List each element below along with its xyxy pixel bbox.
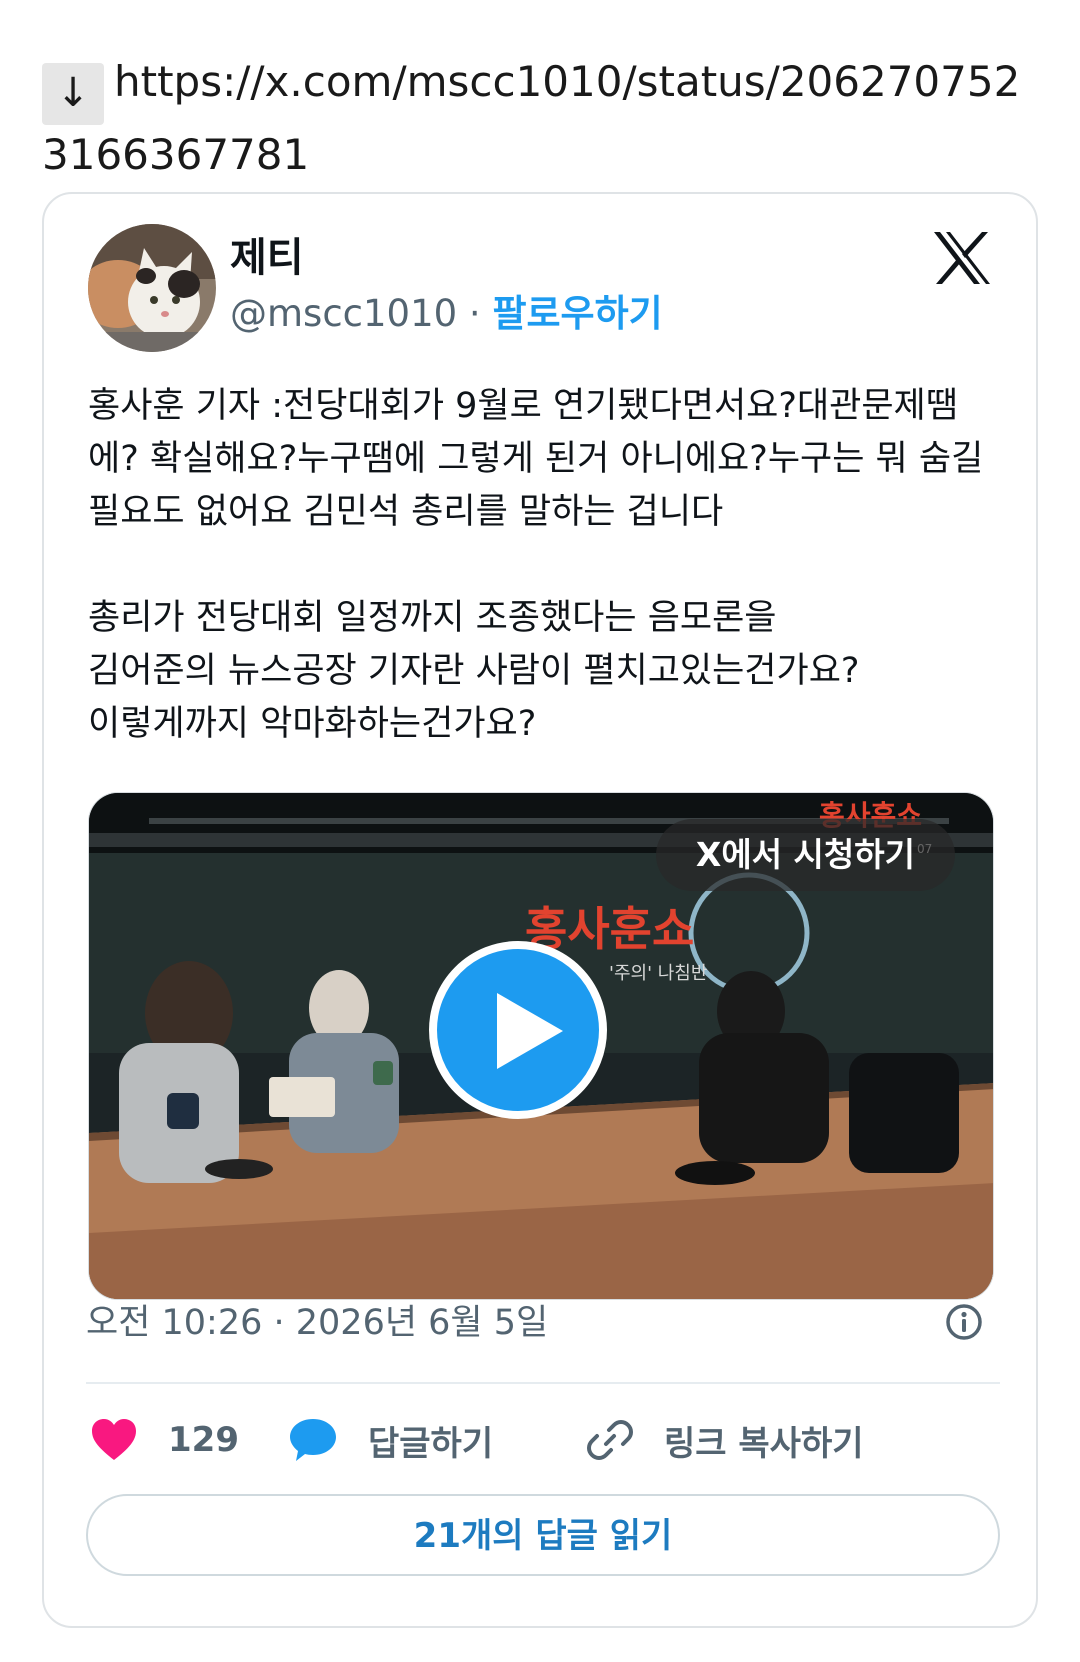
copy-link-label: 링크 복사하기 — [664, 1423, 864, 1464]
author-handle-row: @mscc1010 · 팔로우하기 — [230, 290, 663, 338]
reply-bubble-icon — [290, 1419, 336, 1461]
tweet-url[interactable]: https://x.com/mscc1010/status/2062707523… — [42, 57, 1020, 179]
avatar[interactable] — [88, 224, 216, 352]
heart-icon — [92, 1419, 136, 1460]
tweet-timestamp[interactable]: 오전 10:26 · 2026년 6월 5일 — [86, 1298, 548, 1348]
reply-label: 답글하기 — [368, 1423, 494, 1464]
studio-sign-sub: '주의' 나침반 — [609, 963, 707, 984]
like-button[interactable]: 129 — [90, 1402, 239, 1478]
follow-button[interactable]: 팔로우하기 — [492, 292, 662, 335]
video-thumbnail[interactable]: 홍사훈쇼 '주의' 나침반 홍사훈쇼 07 X에서 시청하기 — [88, 792, 994, 1300]
link-icon — [587, 1420, 633, 1460]
tweet-text: 홍사훈 기자 :전당대회가 9월로 연기됐다면서요?대관문제땜에? 확실해요?누… — [88, 386, 984, 744]
tweet-embed-card: 제티 @mscc1010 · 팔로우하기 홍사훈 기자 :전당대회가 9월로 연… — [42, 192, 1038, 1628]
author-handle[interactable]: @mscc1010 — [230, 292, 457, 335]
tweet-actions: 129 답글하기 링크 복사하기 — [86, 1402, 1000, 1478]
play-button[interactable] — [429, 941, 607, 1119]
copy-link-button[interactable]: 링크 복사하기 — [586, 1402, 864, 1478]
divider — [86, 1382, 1000, 1384]
download-arrow-icon: ↓ — [42, 63, 104, 125]
shared-link[interactable]: ↓ https://x.com/mscc1010/status/206270752… — [42, 52, 1042, 185]
play-icon — [497, 993, 563, 1069]
separator-dot: · — [457, 292, 493, 335]
info-icon[interactable] — [944, 1302, 984, 1342]
x-logo-icon[interactable] — [932, 228, 992, 288]
read-replies-button[interactable]: 21개의 답글 읽기 — [86, 1494, 1000, 1576]
author-name[interactable]: 제티 — [230, 234, 304, 282]
reply-button[interactable]: 답글하기 — [288, 1402, 493, 1478]
like-count: 129 — [168, 1420, 239, 1460]
watch-on-x-button[interactable]: X에서 시청하기 — [655, 819, 955, 891]
